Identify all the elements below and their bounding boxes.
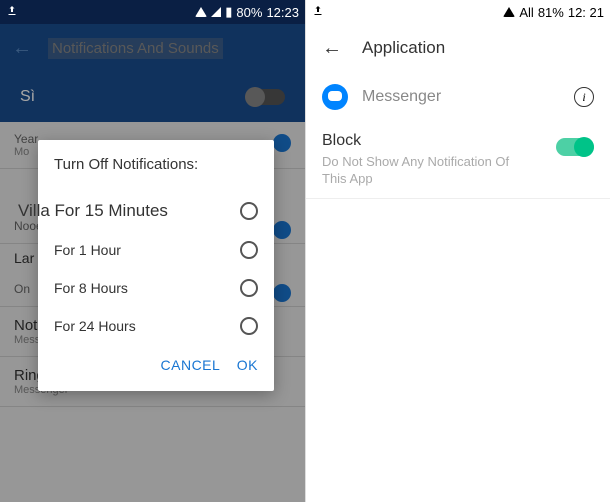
app-header: ← Application bbox=[306, 24, 610, 72]
network-label: All bbox=[519, 5, 533, 20]
upload-icon bbox=[312, 5, 324, 20]
status-bar-left: ▮ 80% 12:23 bbox=[0, 0, 305, 24]
status-bar-right: All 81% 12: 21 bbox=[306, 0, 610, 24]
battery-percent: 81% bbox=[538, 5, 564, 20]
battery-icon: ▮ bbox=[225, 4, 232, 20]
app-name: Messenger bbox=[362, 88, 441, 106]
upload-icon bbox=[6, 5, 18, 20]
radio-option[interactable]: Villa For 15 Minutes bbox=[18, 191, 258, 231]
battery-percent: 80% bbox=[236, 5, 262, 20]
radio-option[interactable]: For 24 Hours bbox=[54, 307, 258, 345]
radio-option[interactable]: For 1 Hour bbox=[54, 231, 258, 269]
radio-icon bbox=[240, 279, 258, 297]
back-icon[interactable]: ← bbox=[322, 37, 342, 60]
radio-icon bbox=[240, 202, 258, 220]
page-title: Application bbox=[362, 38, 445, 58]
ok-button[interactable]: OK bbox=[237, 357, 258, 373]
radio-icon bbox=[240, 317, 258, 335]
block-description: Do Not Show Any Notification Of This App bbox=[322, 154, 522, 188]
block-row[interactable]: Block Do Not Show Any Notification Of Th… bbox=[306, 122, 610, 199]
clock: 12: 21 bbox=[568, 5, 604, 20]
radio-icon bbox=[240, 241, 258, 259]
signal-icon bbox=[211, 7, 221, 17]
clock: 12:23 bbox=[266, 5, 299, 20]
block-title: Block bbox=[322, 132, 522, 150]
info-icon[interactable]: i bbox=[574, 87, 594, 107]
block-toggle[interactable] bbox=[556, 138, 594, 156]
wifi-icon bbox=[503, 7, 515, 17]
radio-option[interactable]: For 8 Hours bbox=[54, 269, 258, 307]
wifi-icon bbox=[195, 7, 207, 17]
dialog-title: Turn Off Notifications: bbox=[54, 156, 258, 173]
messenger-icon bbox=[322, 84, 348, 110]
app-row[interactable]: Messenger i bbox=[306, 72, 610, 122]
turn-off-dialog: Turn Off Notifications: Villa For 15 Min… bbox=[38, 140, 274, 391]
cancel-button[interactable]: CANCEL bbox=[161, 357, 221, 373]
